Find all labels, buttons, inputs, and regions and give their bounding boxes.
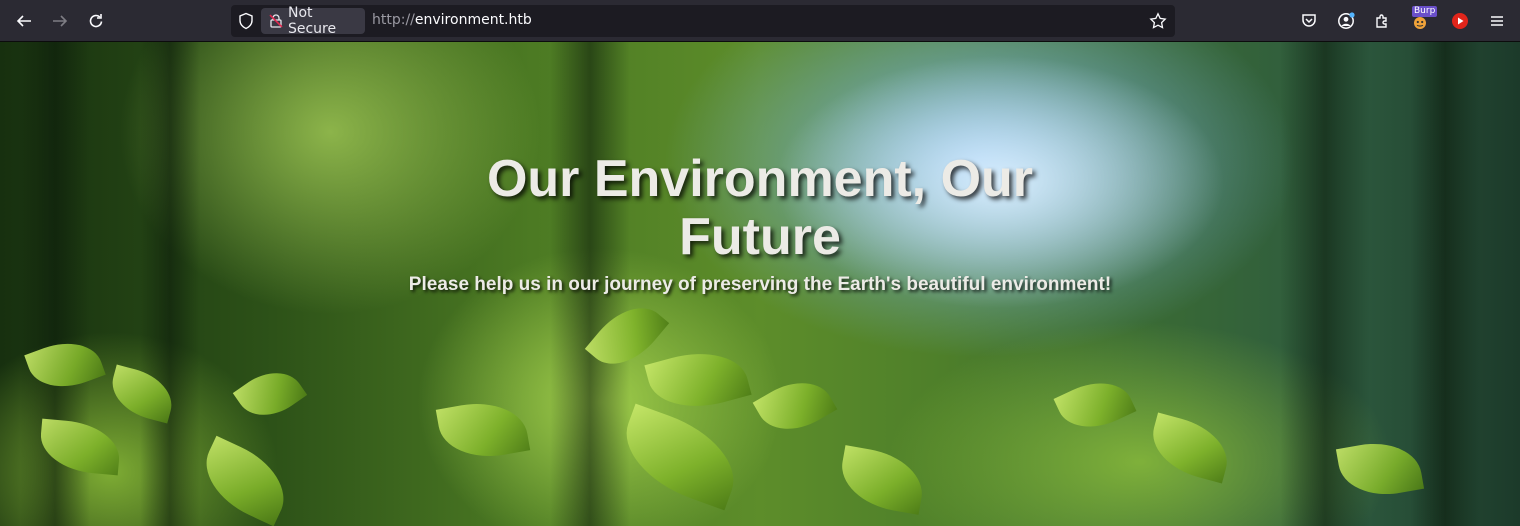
account-button[interactable] xyxy=(1330,5,1362,37)
app-menu-button[interactable] xyxy=(1481,5,1513,37)
foreground-leaf xyxy=(232,358,308,430)
shield-icon[interactable] xyxy=(237,12,255,30)
hero-banner: Our Environment, Our Future Please help … xyxy=(0,42,1520,526)
back-button[interactable] xyxy=(8,5,40,37)
extensions-button[interactable] xyxy=(1366,5,1398,37)
address-bar[interactable]: Not Secure http://environment.htb xyxy=(231,5,1175,37)
extensions-icon xyxy=(1376,14,1387,28)
youtube-icon xyxy=(1452,13,1468,29)
reload-icon xyxy=(89,14,103,28)
forward-button[interactable] xyxy=(44,5,76,37)
account-icon xyxy=(1338,12,1355,29)
page-title: Our Environment, Our Future xyxy=(486,150,1034,266)
forward-arrow-icon xyxy=(53,15,68,27)
site-security-indicator[interactable]: Not Secure xyxy=(261,5,365,37)
burp-badge: Burp xyxy=(1412,6,1438,17)
youtube-extension-button[interactable] xyxy=(1444,5,1476,37)
pocket-button[interactable] xyxy=(1293,5,1325,37)
menu-icon xyxy=(1491,16,1503,26)
insecure-lock-icon xyxy=(269,14,283,28)
page-subtitle: Please help us in our journey of preserv… xyxy=(408,274,1112,295)
foreground-leaf xyxy=(752,367,838,445)
bookmark-star-icon[interactable] xyxy=(1149,12,1167,30)
pocket-icon xyxy=(1302,14,1316,27)
reload-button[interactable] xyxy=(80,5,112,37)
url-text[interactable]: http://environment.htb xyxy=(372,12,532,28)
url-host: environment.htb xyxy=(414,12,532,28)
foreground-leaf xyxy=(611,403,749,511)
not-secure-label: Not Secure xyxy=(287,5,337,37)
browser-toolbar: Not Secure http://environment.htb Burp xyxy=(0,0,1520,42)
url-scheme: http:// xyxy=(372,12,415,28)
foreground-leaf xyxy=(191,435,299,526)
foreground-leaf xyxy=(435,394,531,466)
back-arrow-icon xyxy=(16,15,31,27)
foreground-leaf xyxy=(644,340,752,420)
hero-text-block: Our Environment, Our Future Please help … xyxy=(0,150,1520,296)
foreground-leaf xyxy=(1053,369,1137,441)
foreground-leaf xyxy=(835,445,929,515)
foreground-leaf xyxy=(1144,412,1236,484)
